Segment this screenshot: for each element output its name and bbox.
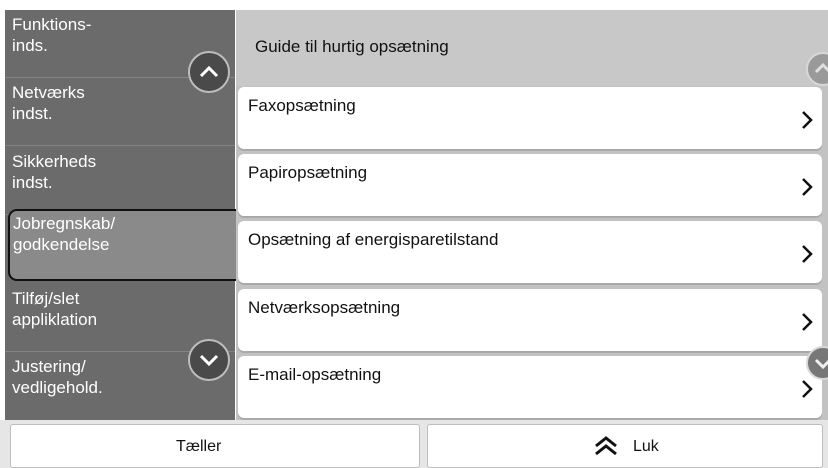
list-item-label: Faxopsætning: [248, 96, 356, 115]
sidebar-item-label: indst.: [12, 104, 53, 123]
sidebar-item-label: vedligehold.: [12, 378, 103, 397]
list-item-fax-setup[interactable]: Faxopsætning: [238, 87, 822, 149]
sidebar-item-security-settings[interactable]: Sikkerheds indst.: [5, 147, 235, 215]
list-item-label: E-mail-opsætning: [248, 365, 382, 384]
chevron-down-icon: [199, 354, 219, 367]
list-item-label: Netværksopsætning: [248, 298, 401, 317]
sidebar-item-label: indst.: [12, 173, 53, 192]
chevron-right-icon: [802, 178, 813, 196]
sidebar-item-label: Jobregnskab/: [13, 214, 116, 233]
chevron-up-icon: [814, 62, 828, 74]
chevron-up-icon: [199, 65, 219, 78]
sidebar-scroll-up-button[interactable]: [188, 51, 230, 93]
bottom-bar: Tæller Luk: [0, 420, 828, 468]
page-title: Guide til hurtig opsætning: [255, 37, 449, 56]
sidebar-item-label: Sikkerheds: [12, 152, 97, 171]
list-item-email-setup[interactable]: E-mail-opsætning: [238, 356, 822, 418]
counter-button[interactable]: Tæller: [10, 424, 420, 468]
list-item-label: Opsætning af energisparetilstand: [248, 230, 499, 249]
counter-button-label: Tæller: [176, 438, 222, 455]
list-header: Guide til hurtig opsætning: [236, 10, 828, 86]
sidebar-item-label: Tilføj/slet: [12, 289, 80, 308]
chevron-down-icon: [814, 358, 828, 370]
chevron-right-icon: [802, 380, 813, 398]
sidebar-item-label: godkendelse: [13, 235, 110, 254]
close-button-label: Luk: [633, 438, 659, 455]
list-item-network-setup[interactable]: Netværksopsætning: [238, 289, 822, 351]
chevron-right-icon: [802, 111, 813, 129]
sidebar-item-label: Funktions-: [12, 15, 92, 34]
double-chevron-up-icon: [595, 436, 617, 456]
chevron-right-icon: [802, 313, 813, 331]
chevron-right-icon: [802, 245, 813, 263]
list-item-label: Papiropsætning: [248, 163, 368, 182]
close-button[interactable]: Luk: [427, 424, 823, 468]
list-item-energy-saver-setup[interactable]: Opsætning af energisparetilstand: [238, 221, 822, 283]
sidebar-item-label: appliklation: [12, 310, 98, 329]
list-item-paper-setup[interactable]: Papiropsætning: [238, 154, 822, 216]
sidebar-item-job-accounting[interactable]: Jobregnskab/ godkendelse: [8, 209, 244, 281]
sidebar-scroll-down-button[interactable]: [188, 339, 230, 381]
sidebar-menu: Funktions- inds. Netværks indst. Sikkerh…: [5, 10, 244, 420]
